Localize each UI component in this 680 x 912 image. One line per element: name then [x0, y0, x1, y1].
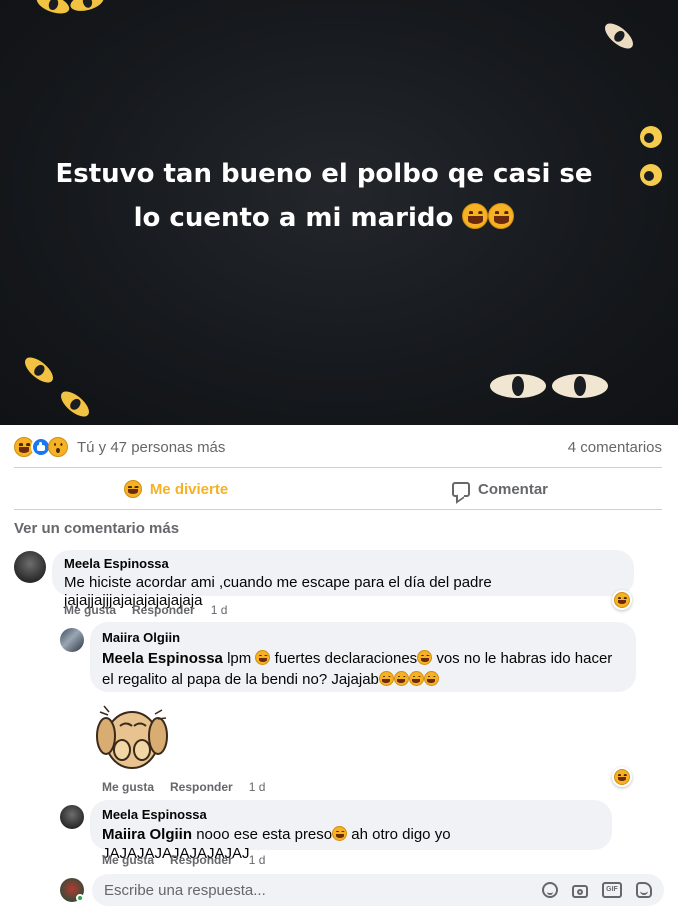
comment-reaction-badge[interactable] [612, 590, 632, 610]
cartoon-eye-decoration [600, 18, 638, 54]
like-comment-button[interactable]: Me gusta [64, 603, 116, 617]
comment-author[interactable]: Meela Espinossa [64, 556, 622, 571]
laughing-emoji-icon [488, 199, 515, 243]
online-status-dot [76, 894, 84, 902]
reply-tools: GIF [542, 882, 652, 898]
haha-reaction-icon [123, 480, 142, 498]
like-comment-button[interactable]: Me gusta [102, 780, 154, 794]
laughing-emoji-icon [408, 671, 424, 686]
sticker-icon[interactable] [636, 882, 652, 898]
grinning-emoji-icon [255, 650, 271, 665]
comment-count[interactable]: 4 comentarios [568, 439, 662, 456]
post-image[interactable]: Estuvo tan bueno el polbo qe casi se lo … [0, 0, 678, 425]
comment-actions: Me gusta Responder 1 d [102, 853, 265, 867]
cartoon-eye-decoration [68, 0, 106, 15]
cartoon-eye-decoration [56, 386, 94, 422]
laughing-dog-sticker[interactable] [92, 700, 172, 774]
comment-bubble: Meela Espinossa Me hiciste acordar ami ,… [52, 550, 634, 609]
divider [14, 509, 662, 510]
react-button-label: Me divierte [149, 480, 229, 498]
haha-reaction-icon [614, 592, 630, 608]
comment-author[interactable]: Meela Espinossa [102, 807, 600, 822]
laughing-emoji-icon [393, 671, 409, 686]
comment-timestamp[interactable]: 1 d [249, 780, 266, 794]
cartoon-eye-decoration [552, 374, 608, 398]
reply-comment-button[interactable]: Responder [132, 603, 195, 617]
cartoon-eye-decoration [490, 374, 546, 398]
gif-icon[interactable]: GIF [602, 882, 622, 898]
cartoon-eye-decoration [20, 352, 58, 388]
cartoon-eye-decoration [34, 0, 72, 18]
reply-input[interactable]: Escribe una respuesta... GIF [92, 874, 664, 906]
comment-button[interactable]: Comentar [338, 471, 662, 507]
laughing-emoji-icon [462, 199, 489, 243]
view-more-comments-link[interactable]: Ver un comentario más [14, 520, 179, 537]
comment-bubble: Meela Espinossa Maiira Olgiin nooo ese e… [90, 800, 612, 862]
comment-author[interactable]: Maiira Olgiin [102, 630, 624, 645]
divider [14, 467, 662, 468]
comment-timestamp[interactable]: 1 d [249, 853, 266, 867]
comment-text-part: fuertes declaraciones [274, 650, 418, 667]
wow-reaction-icon [48, 437, 68, 457]
reply-placeholder[interactable]: Escribe una respuesta... [104, 882, 542, 899]
reactions-bar: Tú y 47 personas más 4 comentarios [14, 434, 662, 460]
mention-link[interactable]: Meela Espinossa [102, 650, 223, 667]
like-comment-button[interactable]: Me gusta [102, 853, 154, 867]
comment-button-label: Comentar [477, 480, 548, 498]
laughing-emoji-icon [378, 671, 394, 686]
action-row: Me divierte Comentar [14, 471, 662, 507]
comment-timestamp[interactable]: 1 d [211, 603, 228, 617]
rofl-emoji-icon [332, 826, 348, 841]
laughing-emoji-icon [423, 671, 439, 686]
cartoon-eye-decoration [640, 126, 662, 148]
mention-link[interactable]: Maiira Olgiin [102, 826, 192, 843]
laughing-emoji-icon [417, 650, 433, 665]
reaction-icons[interactable] [14, 437, 68, 457]
reply-comment-button[interactable]: Responder [170, 780, 233, 794]
avatar[interactable] [60, 628, 84, 652]
camera-icon[interactable] [572, 884, 588, 898]
comment-text: Meela Espinossa lpm fuertes declaracione… [102, 648, 624, 690]
post-text: Estuvo tan bueno el polbo qe casi se lo … [40, 152, 608, 243]
reply-comment-button[interactable]: Responder [170, 853, 233, 867]
comment-bubble: Maiira Olgiin Meela Espinossa lpm fuerte… [90, 622, 636, 692]
comment-actions: Me gusta Responder 1 d [102, 780, 265, 794]
comment-text-part: nooo ese esta preso [196, 826, 333, 843]
avatar[interactable] [60, 805, 84, 829]
emoji-icon[interactable] [542, 882, 558, 898]
comment-reaction-badge[interactable] [612, 767, 632, 787]
comment-bubble-icon [451, 481, 470, 497]
cartoon-eye-decoration [640, 164, 662, 186]
avatar[interactable] [14, 551, 46, 583]
comment-actions: Me gusta Responder 1 d [64, 603, 227, 617]
reaction-summary[interactable]: Tú y 47 personas más [77, 439, 225, 456]
haha-reaction-icon [614, 769, 630, 785]
comment-text-part: lpm [227, 650, 252, 667]
react-button[interactable]: Me divierte [14, 471, 338, 507]
